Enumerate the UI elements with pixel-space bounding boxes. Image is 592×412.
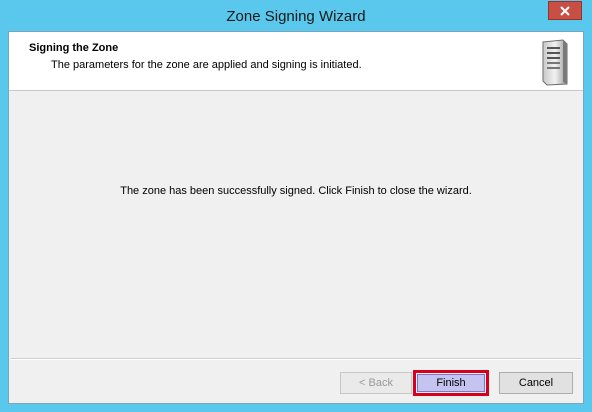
page-title: Signing the Zone	[29, 42, 119, 54]
page-subtitle: The parameters for the zone are applied …	[51, 59, 362, 71]
cancel-button[interactable]: Cancel	[499, 372, 573, 394]
back-button[interactable]: < Back	[340, 372, 412, 394]
close-icon	[560, 5, 570, 16]
status-message: The zone has been successfully signed. C…	[120, 185, 472, 197]
title-bar[interactable]: Zone Signing Wizard	[0, 0, 592, 32]
close-button[interactable]	[548, 1, 582, 20]
wizard-content: Signing the Zone The parameters for the …	[8, 31, 584, 404]
window-title: Zone Signing Wizard	[226, 8, 366, 25]
wizard-window: Zone Signing Wizard Signing the Zone The…	[0, 0, 592, 412]
server-icon	[542, 39, 568, 86]
button-divider	[11, 358, 581, 360]
finish-button[interactable]: Finish	[417, 374, 485, 392]
wizard-header: Signing the Zone The parameters for the …	[9, 32, 583, 91]
